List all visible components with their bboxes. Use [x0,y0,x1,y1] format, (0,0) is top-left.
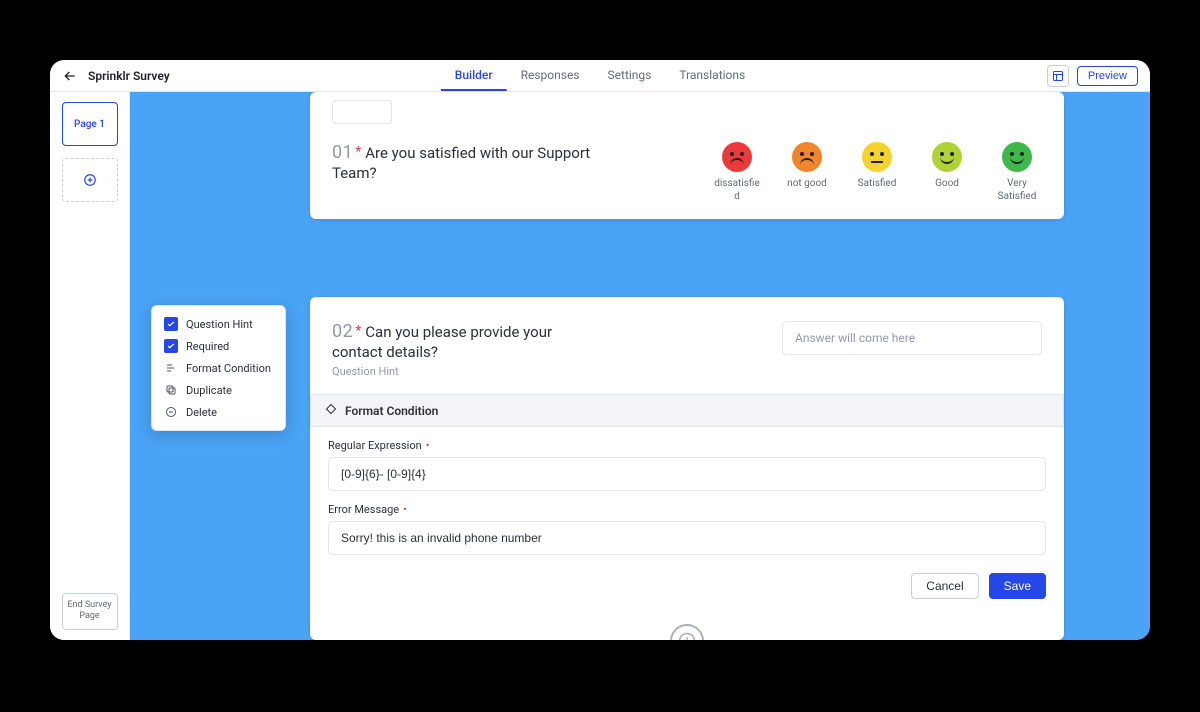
tab-settings[interactable]: Settings [594,60,666,91]
question-text: Can you please provide your contact deta… [332,323,552,361]
rating-option-5[interactable]: Very Satisfied [992,142,1042,203]
checkbox-checked-icon [164,339,178,353]
diamond-icon [325,403,337,418]
face-dissatisfied-icon [722,142,752,172]
survey-title: Sprinklr Survey [88,69,170,83]
regex-label: Regular Expression [328,439,422,452]
regex-input[interactable] [328,457,1046,491]
required-asterisk: * [355,323,361,339]
menu-label: Delete [186,406,217,419]
rating-label: dissatisfied [712,178,762,203]
error-label: Error Message [328,503,399,516]
save-button[interactable]: Save [989,573,1046,599]
format-condition-header[interactable]: Format Condition [310,394,1064,427]
menu-format-condition[interactable]: Format Condition [152,357,285,379]
face-good-icon [932,142,962,172]
menu-delete[interactable]: Delete [152,401,285,423]
rating-option-2[interactable]: not good [782,142,832,191]
rating-option-1[interactable]: dissatisfied [712,142,762,203]
error-message-input[interactable] [328,521,1046,555]
checkbox-checked-icon [164,317,178,331]
tab-responses[interactable]: Responses [507,60,594,91]
menu-label: Required [186,340,229,353]
sidebar-page-1[interactable]: Page 1 [62,102,118,146]
add-question-button[interactable] [670,624,704,640]
format-condition-body: Regular Expression • Error Message • [310,427,1064,565]
question-number: 01 [332,142,353,163]
layout-icon[interactable] [1047,65,1069,87]
sidebar-end-page[interactable]: End Survey Page [62,593,118,630]
format-condition-title: Format Condition [345,404,438,418]
rating-label: not good [787,178,827,191]
menu-required[interactable]: Required [152,335,285,357]
menu-question-hint[interactable]: Question Hint [152,313,285,335]
cancel-button[interactable]: Cancel [911,573,978,599]
rating-scale: dissatisfied not good Satisfied [712,142,1042,203]
required-asterisk: • [403,503,407,516]
face-verysatisfied-icon [1002,142,1032,172]
back-arrow-icon[interactable] [62,68,78,84]
menu-label: Question Hint [186,318,253,331]
required-asterisk: * [355,144,361,160]
placeholder-block [332,100,392,124]
page-sidebar: Page 1 End Survey Page [50,92,130,640]
delete-icon [164,405,178,419]
top-bar: Sprinklr Survey Builder Responses Settin… [50,60,1150,92]
canvas: Question Hint Required Format Condition [130,92,1150,640]
menu-label: Format Condition [186,362,271,375]
rating-label: Good [935,178,959,191]
question-context-menu: Question Hint Required Format Condition [151,305,286,431]
required-asterisk: • [426,439,430,452]
sidebar-add-page[interactable] [62,158,118,202]
face-satisfied-icon [862,142,892,172]
question-hint-text: Question Hint [332,365,592,378]
question-number: 02 [332,321,353,342]
workspace: Page 1 End Survey Page Question Hint [50,92,1150,640]
duplicate-icon [164,383,178,397]
rating-label: Very Satisfied [992,178,1042,203]
menu-duplicate[interactable]: Duplicate [152,379,285,401]
face-notgood-icon [792,142,822,172]
question-text: Are you satisfied with our Support Team? [332,144,590,182]
rating-option-3[interactable]: Satisfied [852,142,902,191]
tab-translations[interactable]: Translations [665,60,759,91]
question-card-2[interactable]: 02*Can you please provide your contact d… [310,297,1064,640]
app-window: Sprinklr Survey Builder Responses Settin… [50,60,1150,640]
main-tabs: Builder Responses Settings Translations [441,60,759,91]
menu-label: Duplicate [186,384,232,397]
answer-placeholder-field[interactable]: Answer will come here [782,321,1042,355]
format-condition-icon [164,361,178,375]
preview-button[interactable]: Preview [1077,66,1138,86]
tab-builder[interactable]: Builder [441,60,507,91]
rating-option-4[interactable]: Good [922,142,972,191]
rating-label: Satisfied [858,178,897,191]
question-card-1[interactable]: 01*Are you satisfied with our Support Te… [310,92,1064,219]
